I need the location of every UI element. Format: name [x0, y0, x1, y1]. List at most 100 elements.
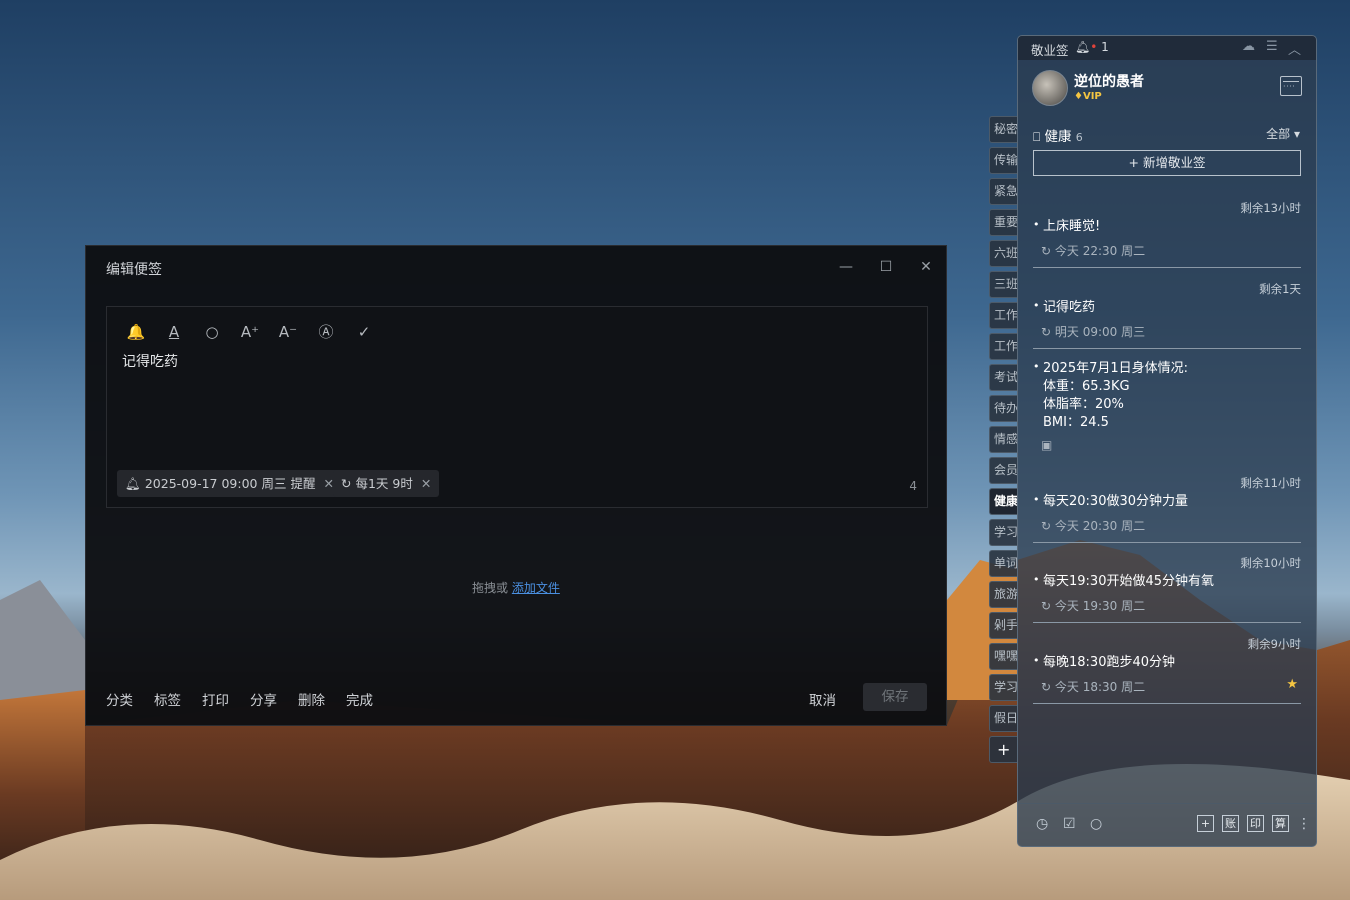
- repeat-icon: ↻: [1041, 599, 1052, 613]
- repeat-icon: ↻: [1041, 325, 1052, 339]
- note-time: ↻ 今天 18:30 周二: [1041, 680, 1146, 694]
- divider: [1033, 703, 1301, 704]
- tab-important[interactable]: 重要: [989, 209, 1017, 236]
- delete-button[interactable]: 删除: [298, 689, 325, 709]
- add-icon[interactable]: +: [1197, 815, 1214, 832]
- tab-health[interactable]: 健康: [989, 488, 1017, 515]
- reminder-chip[interactable]: 🔔︎ 2025-09-17 09:00 周三 提醒 ✕: [117, 470, 342, 497]
- search-icon[interactable]: ○: [201, 321, 223, 343]
- text-format-icon[interactable]: Ⓐ: [315, 321, 337, 343]
- repeat-chip[interactable]: ↻ 每1天 9时 ✕: [333, 470, 440, 497]
- tab-vocabulary[interactable]: 单词: [989, 550, 1017, 577]
- tab-study-2[interactable]: 学习: [989, 674, 1017, 701]
- notification-count: 1: [1101, 40, 1109, 54]
- close-icon[interactable]: ✕: [914, 255, 938, 279]
- reminder-bell-icon[interactable]: 🔔: [125, 321, 147, 343]
- char-count: 4: [909, 479, 917, 493]
- bullet: •: [1033, 654, 1040, 667]
- tag-button[interactable]: 标签: [154, 689, 181, 709]
- filter-dropdown[interactable]: 全部 ▾: [1266, 125, 1300, 142]
- more-icon[interactable]: ⋮: [1297, 816, 1311, 832]
- tab-holiday[interactable]: 假日: [989, 705, 1017, 732]
- tab-shopping[interactable]: 剁手: [989, 612, 1017, 639]
- note-text[interactable]: 记得吃药: [122, 351, 178, 371]
- note-time: ↻ 今天 22:30 周二: [1041, 244, 1146, 258]
- checklist-icon[interactable]: ☑: [1063, 816, 1076, 832]
- ledger-button[interactable]: 账: [1222, 815, 1239, 832]
- tab-transfer[interactable]: 传输: [989, 147, 1017, 174]
- minimize-icon[interactable]: —: [834, 255, 858, 279]
- note-time: ↻ 今天 20:30 周二: [1041, 519, 1146, 533]
- note-editor-area[interactable]: 🔔 A ○ A⁺ A⁻ Ⓐ ✓ 记得吃药 🔔︎ 2025-09-17 09:00…: [106, 306, 928, 508]
- tab-class-six[interactable]: 六班: [989, 240, 1017, 267]
- divider: [1033, 267, 1301, 268]
- search-icon[interactable]: ○: [1090, 816, 1102, 832]
- note-line: BMI：24.5: [1043, 415, 1109, 430]
- time-remaining: 剩余1天: [1259, 282, 1301, 296]
- category-button[interactable]: 分类: [106, 689, 133, 709]
- add-file-link[interactable]: 添加文件: [512, 581, 560, 595]
- star-icon[interactable]: ★: [1286, 677, 1298, 692]
- complete-button[interactable]: 完成: [346, 689, 373, 709]
- category-count: 6: [1075, 131, 1083, 144]
- panel-bottom-toolbar: ◷ ☑ ○ + 账 印 算 ⋮: [1018, 803, 1316, 846]
- calculator-button[interactable]: 算: [1272, 815, 1289, 832]
- menu-icon[interactable]: ☰: [1266, 39, 1278, 54]
- diamond-icon: ♦: [1074, 91, 1083, 102]
- notification-bell[interactable]: 🔔︎• 1: [1075, 40, 1109, 54]
- font-color-icon[interactable]: A: [163, 321, 185, 343]
- print-button[interactable]: 打印: [202, 689, 229, 709]
- collapse-icon[interactable]: ︿: [1288, 39, 1301, 58]
- tab-emotion[interactable]: 情感: [989, 426, 1017, 453]
- bullet: •: [1033, 360, 1040, 373]
- bullet: •: [1033, 299, 1040, 312]
- tab-exam[interactable]: 考试: [989, 364, 1017, 391]
- note-title: 记得吃药: [1043, 300, 1096, 315]
- avatar[interactable]: [1032, 70, 1068, 106]
- cloud-sync-icon[interactable]: ☁: [1242, 39, 1255, 54]
- vip-badge: ♦VIP: [1074, 91, 1102, 102]
- panel-title: 敬业签: [1031, 43, 1069, 58]
- tab-travel[interactable]: 旅游: [989, 581, 1017, 608]
- add-tab-button[interactable]: +: [989, 736, 1017, 763]
- tab-class-three[interactable]: 三班: [989, 271, 1017, 298]
- tab-secret[interactable]: 秘密: [989, 116, 1017, 143]
- tab-work-2[interactable]: 工作: [989, 333, 1017, 360]
- share-button[interactable]: 分享: [250, 689, 277, 709]
- checkmark-icon[interactable]: ✓: [353, 321, 375, 343]
- unread-dot: •: [1090, 40, 1098, 54]
- tab-heihei[interactable]: 嘿嘿: [989, 643, 1017, 670]
- category-header: ⎕ 健康 6: [1033, 125, 1083, 145]
- tab-urgent[interactable]: 紧急: [989, 178, 1017, 205]
- repeat-icon: ↻: [1041, 680, 1052, 694]
- repeat-icon: ↻: [1041, 244, 1052, 258]
- tab-work-1[interactable]: 工作: [989, 302, 1017, 329]
- user-name[interactable]: 逆位的愚者: [1074, 71, 1144, 91]
- calendar-icon[interactable]: [1280, 76, 1302, 96]
- divider: [1033, 348, 1301, 349]
- clock-icon[interactable]: ◷: [1036, 816, 1048, 832]
- tab-todo[interactable]: 待办: [989, 395, 1017, 422]
- divider: [1033, 542, 1301, 543]
- file-drop-zone[interactable]: 拖拽或 添加文件: [472, 579, 560, 596]
- repeat-chip-label: 每1天 9时: [355, 476, 413, 491]
- divider: [1033, 622, 1301, 623]
- add-note-button[interactable]: + 新增敬业签: [1033, 150, 1301, 176]
- bell-icon: 🔔︎: [125, 476, 141, 491]
- panel-titlebar: 敬业签 🔔︎• 1 ☁ ☰ ︿: [1018, 36, 1316, 60]
- remove-repeat-icon[interactable]: ✕: [421, 476, 431, 491]
- notes-panel: 敬业签 🔔︎• 1 ☁ ☰ ︿ 逆位的愚者 ♦VIP ⎕ 健康 6 全部 ▾ +…: [1017, 35, 1317, 847]
- font-increase-icon[interactable]: A⁺: [239, 321, 261, 343]
- tab-study-1[interactable]: 学习: [989, 519, 1017, 546]
- note-title: 每天20:30做30分钟力量: [1043, 494, 1189, 509]
- font-decrease-icon[interactable]: A⁻: [277, 321, 299, 343]
- print-button[interactable]: 印: [1247, 815, 1264, 832]
- reminder-chip-label: 2025-09-17 09:00 周三 提醒: [144, 476, 316, 491]
- drop-hint: 拖拽或: [472, 581, 512, 595]
- note-time: ↻ 今天 19:30 周二: [1041, 599, 1146, 613]
- tab-member[interactable]: 会员: [989, 457, 1017, 484]
- save-button[interactable]: 保存: [863, 683, 927, 711]
- cancel-button[interactable]: 取消: [809, 689, 836, 709]
- maximize-icon[interactable]: ☐: [874, 255, 898, 279]
- repeat-icon: ↻: [341, 476, 352, 491]
